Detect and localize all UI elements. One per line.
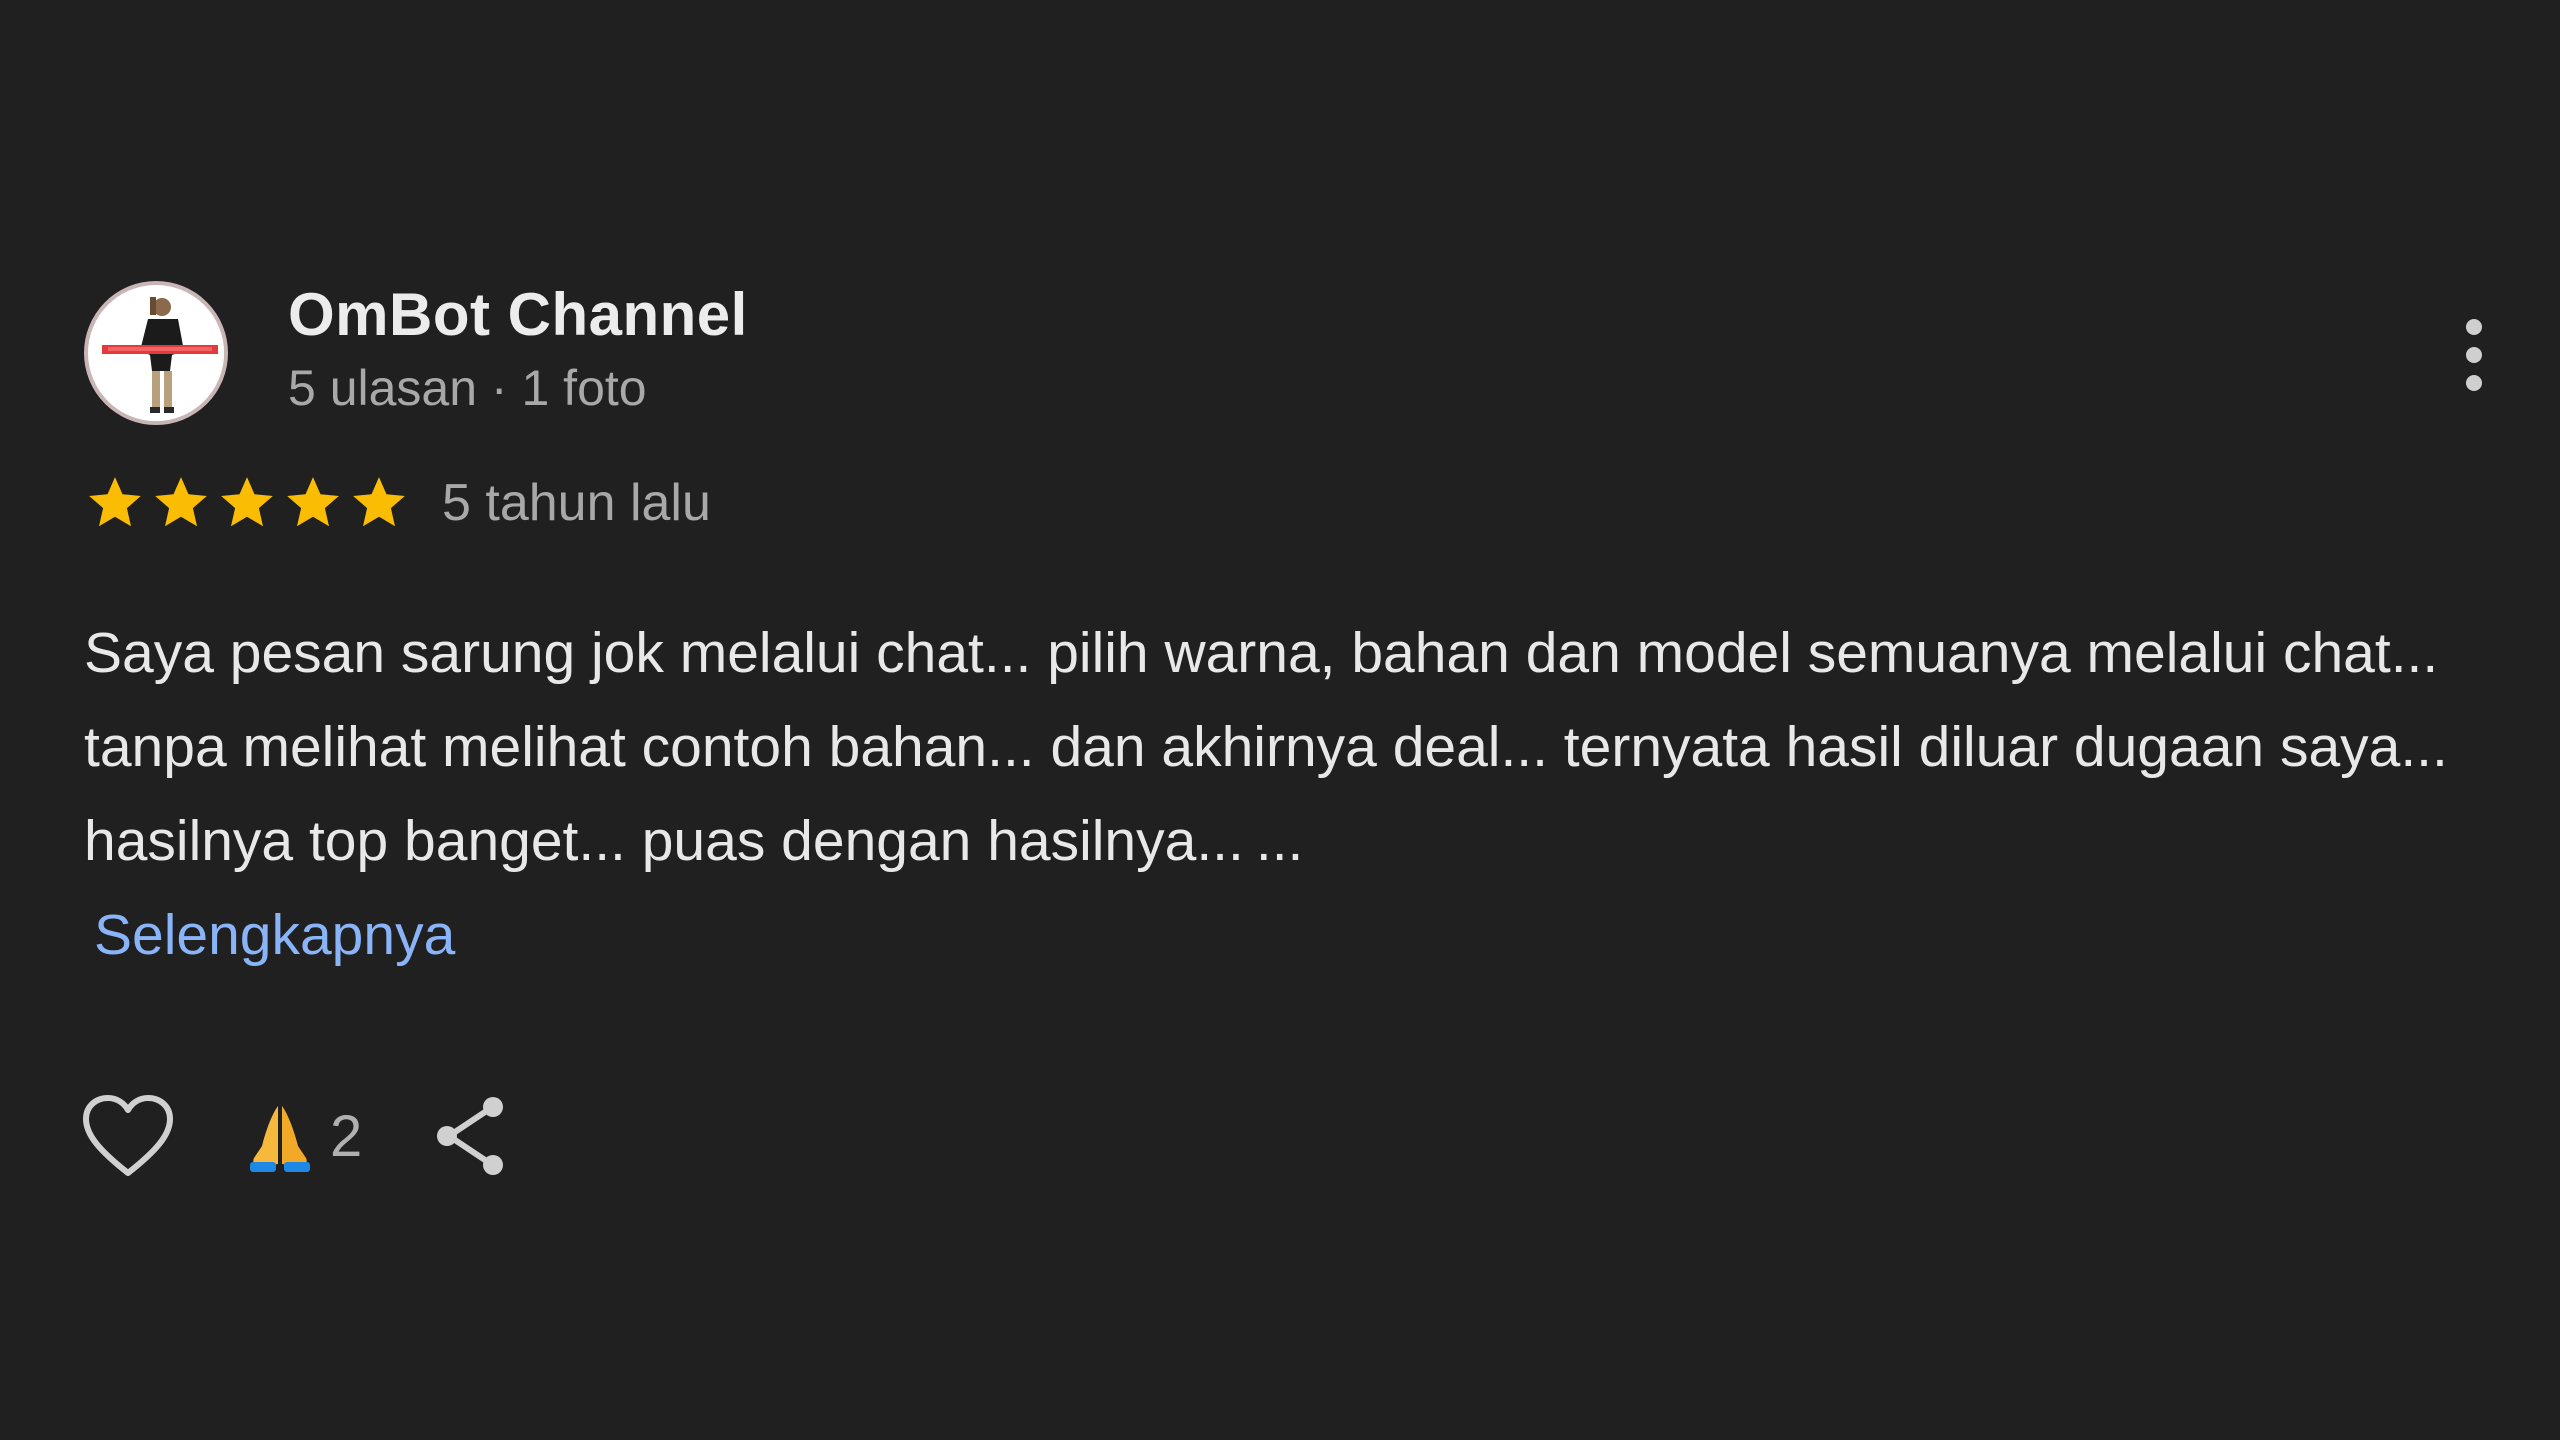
share-icon: [437, 1097, 504, 1175]
reaction-button[interactable]: 2: [240, 1096, 362, 1176]
page: OmBot Channel 5 ulasan · 1 foto 5 tahun …: [0, 0, 2560, 1440]
star-icon: [155, 477, 207, 527]
author-name[interactable]: OmBot Channel: [288, 282, 748, 348]
avatar-image: [92, 289, 224, 421]
review-text: Saya pesan sarung jok melalui chat... pi…: [84, 606, 2504, 982]
review-header: OmBot Channel 5 ulasan · 1 foto: [84, 276, 2484, 430]
review-actions: 2: [83, 1086, 2484, 1186]
author-info: OmBot Channel 5 ulasan · 1 foto: [288, 282, 748, 424]
review-time: 5 tahun lalu: [442, 474, 711, 532]
share-button[interactable]: [426, 1086, 516, 1186]
more-options-button[interactable]: [2444, 310, 2504, 400]
folded-hands-emoji: [250, 1106, 310, 1172]
review-ellipsis: ...: [1255, 809, 1304, 873]
author-avatar[interactable]: [84, 281, 228, 425]
star-icon: [221, 477, 273, 527]
review-card: OmBot Channel 5 ulasan · 1 foto 5 tahun …: [83, 276, 2484, 1186]
star-icon: [89, 477, 141, 527]
author-meta: 5 ulasan · 1 foto: [288, 360, 647, 416]
read-more-link[interactable]: Selengkapnya: [94, 888, 455, 982]
star-icon: [353, 477, 405, 527]
rating-row: 5 tahun lalu: [84, 468, 2484, 538]
heart-outline-icon: [83, 1095, 173, 1176]
reaction-count: 2: [330, 1103, 363, 1169]
star-rating: [84, 472, 410, 534]
star-icon: [287, 477, 339, 527]
like-button[interactable]: [78, 1086, 178, 1186]
more-vertical-icon: [2466, 319, 2482, 391]
